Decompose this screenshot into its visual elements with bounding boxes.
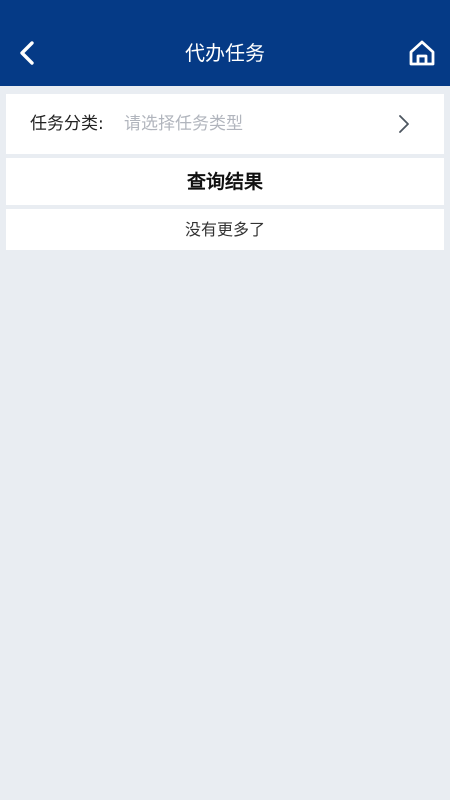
task-category-selector[interactable]: 任务分类: 请选择任务类型 — [6, 94, 444, 154]
empty-results-message: 没有更多了 — [6, 209, 444, 250]
top-app-bar: 代办任务 — [0, 0, 450, 86]
results-title: 查询结果 — [186, 171, 263, 193]
home-button[interactable] — [404, 37, 440, 73]
chevron-right-icon — [395, 111, 413, 137]
no-more-text: 没有更多了 — [184, 220, 265, 239]
home-icon — [408, 39, 436, 71]
page-title: 代办任务 — [185, 41, 265, 65]
task-category-label: 任务分类: — [30, 114, 104, 134]
task-category-placeholder: 请选择任务类型 — [124, 114, 243, 134]
results-section-header: 查询结果 — [6, 158, 444, 205]
